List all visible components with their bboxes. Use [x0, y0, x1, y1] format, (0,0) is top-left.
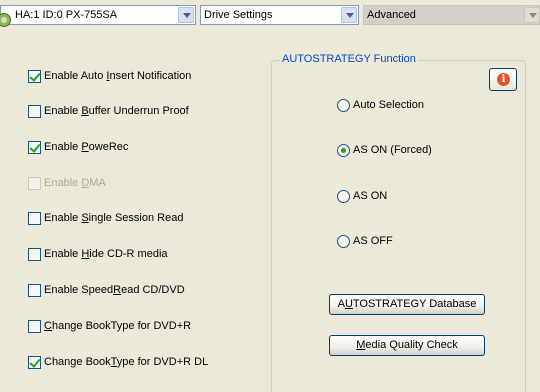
info-icon: i	[497, 73, 510, 86]
cd-drive-icon	[0, 13, 11, 27]
option-label: Enable Buffer Underrun Proof	[44, 105, 189, 117]
checkbox[interactable]	[28, 211, 41, 225]
checkbox[interactable]	[28, 140, 41, 154]
option-auto-insert-notification[interactable]: Enable Auto Insert Notification	[28, 68, 191, 84]
radio-label: AS OFF	[353, 235, 393, 247]
radio-auto-selection[interactable]: Auto Selection	[337, 97, 424, 113]
option-label: Change BookType for DVD+R	[44, 320, 192, 332]
autostrategy-database-button[interactable]: AUTOSTRATEGY Database	[329, 294, 485, 315]
button-label: A	[337, 298, 345, 310]
radio-as-on-forced[interactable]: AS ON (Forced)	[337, 142, 432, 158]
radio-button[interactable]	[337, 98, 350, 112]
option-dma: Enable DMA	[28, 175, 106, 191]
chevron-down-icon[interactable]	[341, 7, 357, 23]
mode-select[interactable]: Advanced	[363, 5, 540, 25]
checkbox[interactable]	[28, 283, 41, 297]
radio-label: AS ON (Forced)	[353, 144, 432, 156]
option-label: Enable SpeedRead CD/DVD	[44, 284, 185, 296]
option-buffer-underrun-proof[interactable]: Enable Buffer Underrun Proof	[28, 103, 189, 119]
checkbox[interactable]	[28, 319, 41, 333]
checkbox[interactable]	[28, 104, 41, 118]
radio-label: Auto Selection	[353, 99, 424, 111]
mode-select-value: Advanced	[367, 9, 416, 21]
option-single-session-read[interactable]: Enable Single Session Read	[28, 210, 183, 226]
button-label: edia Quality Check	[365, 339, 458, 351]
chevron-down-icon[interactable]	[178, 7, 194, 23]
drive-select-value: HA:1 ID:0 PX-755SA	[15, 9, 118, 21]
settings-select-value: Drive Settings	[204, 9, 273, 21]
option-label: Change BookType for DVD+R DL	[44, 356, 209, 368]
option-label: Enable PoweRec	[44, 141, 129, 153]
toolbar: HA:1 ID:0 PX-755SA Drive Settings Advanc…	[0, 0, 540, 33]
option-label: Enable Hide CD-R media	[44, 248, 168, 260]
chevron-down-icon[interactable]	[524, 7, 540, 23]
button-label: TOSTRATEGY Database	[352, 298, 477, 310]
checkbox	[28, 176, 41, 190]
media-quality-check-button[interactable]: Media Quality Check	[329, 335, 485, 356]
radio-as-on[interactable]: AS ON	[337, 188, 387, 204]
radio-button[interactable]	[337, 234, 350, 248]
checkbox[interactable]	[28, 355, 41, 369]
checkbox[interactable]	[28, 69, 41, 83]
radio-label: AS ON	[353, 190, 388, 202]
option-label: Enable Auto Insert Notification	[44, 70, 192, 82]
option-powerec[interactable]: Enable PoweRec	[28, 139, 128, 155]
option-hide-cdr-media[interactable]: Enable Hide CD-R media	[28, 246, 168, 262]
button-label-accel: U	[344, 298, 353, 310]
drive-select[interactable]: HA:1 ID:0 PX-755SA	[0, 5, 196, 27]
option-label: Enable DMA	[44, 177, 106, 189]
option-booktype-dvdr[interactable]: Change BookType for DVD+R	[28, 318, 191, 334]
option-booktype-dvdr-dl[interactable]: Change BookType for DVD+R DL	[28, 354, 208, 370]
info-button[interactable]: i	[489, 68, 517, 91]
autostrategy-group-title: AUTOSTRATEGY Function	[280, 53, 418, 65]
radio-as-off[interactable]: AS OFF	[337, 233, 393, 249]
option-speedread[interactable]: Enable SpeedRead CD/DVD	[28, 282, 185, 298]
checkbox[interactable]	[28, 247, 41, 261]
radio-button[interactable]	[337, 189, 350, 203]
drive-settings-window: HA:1 ID:0 PX-755SA Drive Settings Advanc…	[0, 0, 540, 392]
settings-select[interactable]: Drive Settings	[200, 5, 359, 25]
option-label: Enable Single Session Read	[44, 212, 184, 224]
radio-button[interactable]	[337, 143, 350, 157]
